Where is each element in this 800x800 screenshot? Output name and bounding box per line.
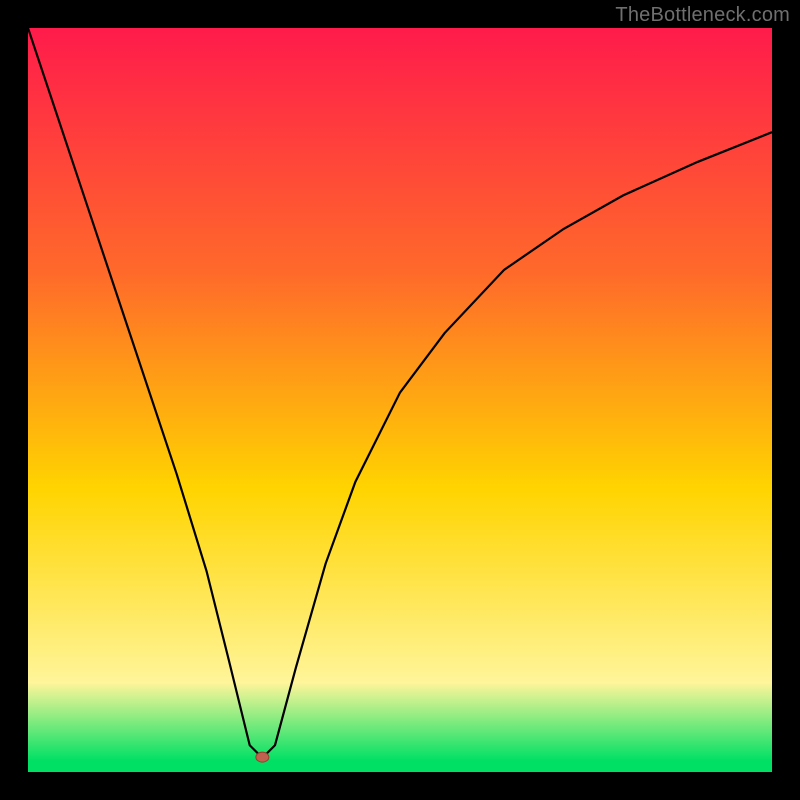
minimum-marker xyxy=(256,752,269,762)
chart-frame: TheBottleneck.com xyxy=(0,0,800,800)
watermark-text: TheBottleneck.com xyxy=(615,4,790,27)
plot-area xyxy=(28,28,772,772)
chart-svg xyxy=(28,28,772,772)
gradient-background xyxy=(28,28,772,772)
